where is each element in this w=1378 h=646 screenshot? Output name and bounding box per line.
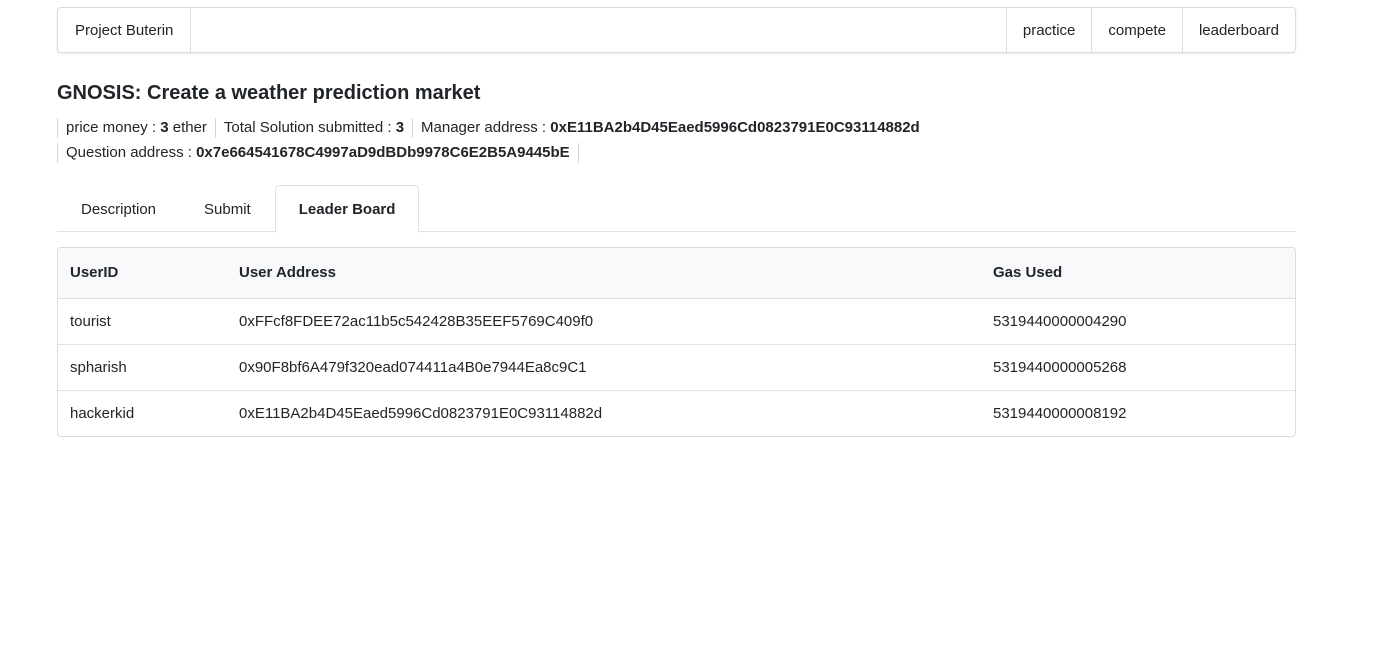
solutions-label: Total Solution submitted : xyxy=(223,119,396,136)
cell-user-address: 0x90F8bf6A479f320ead074411a4B0e7944Ea8c9… xyxy=(227,344,981,391)
cell-userid: spharish xyxy=(58,344,227,391)
cell-gas-used: 5319440000005268 xyxy=(981,344,1295,391)
manager-address: Manager address : 0xE11BA2b4D45Eaed5996C… xyxy=(412,118,928,138)
problem-meta-row-2: Question address : 0x7e664541678C4997aD9… xyxy=(57,143,579,163)
header-userid: UserID xyxy=(58,248,227,299)
solutions-value: 3 xyxy=(395,119,405,136)
price-unit: ether xyxy=(168,119,207,136)
price-money: price money : 3 ether xyxy=(57,118,215,138)
table-row: tourist 0xFFcf8FDEE72ac11b5c542428B35EEF… xyxy=(58,298,1295,345)
cell-userid: tourist xyxy=(58,298,227,345)
page-title: GNOSIS: Create a weather prediction mark… xyxy=(57,82,481,104)
tab-submit[interactable]: Submit xyxy=(180,185,275,232)
brand-link[interactable]: Project Buterin xyxy=(58,8,192,52)
cell-gas-used: 5319440000004290 xyxy=(981,298,1295,345)
nav-compete[interactable]: compete xyxy=(1091,8,1182,52)
tab-leader-board[interactable]: Leader Board xyxy=(274,185,420,233)
problem-meta-row-1: price money : 3 ether Total Solution sub… xyxy=(57,118,928,138)
price-value: 3 xyxy=(160,119,169,136)
tab-description[interactable]: Description xyxy=(57,185,180,232)
top-navbar: Project Buterin practice compete leaderb… xyxy=(57,7,1296,53)
cell-userid: hackerkid xyxy=(70,404,135,422)
table-row: spharish 0x90F8bf6A479f320ead074411a4B0e… xyxy=(58,344,1295,391)
cell-user-address: 0xFFcf8FDEE72ac11b5c542428B35EEF5769C409… xyxy=(227,298,981,345)
problem-tabs: Description Submit Leader Board xyxy=(57,185,1296,233)
cell-user-address: 0xE11BA2b4D45Eaed5996Cd0823791E0C9311488… xyxy=(239,404,603,422)
navbar-spacer xyxy=(191,8,1005,52)
header-gas-used: Gas Used xyxy=(981,248,1295,299)
manager-value: 0xE11BA2b4D45Eaed5996Cd0823791E0C9311488… xyxy=(550,119,920,136)
manager-label: Manager address : xyxy=(421,119,551,136)
table-header-row: UserID User Address Gas Used xyxy=(58,248,1295,299)
leaderboard-table: UserID User Address Gas Used tourist 0xF… xyxy=(58,248,1295,436)
price-label: price money : xyxy=(66,119,161,136)
table-row: hackerkid 0xE11BA2b4D45Eaed5996Cd0823791… xyxy=(58,390,1295,436)
cell-gas-used: 5319440000008192 xyxy=(993,404,1127,422)
header-user-address: User Address xyxy=(227,248,981,299)
leaderboard-table-container: UserID User Address Gas Used tourist 0xF… xyxy=(57,247,1296,437)
nav-practice[interactable]: practice xyxy=(1005,8,1092,52)
question-label: Question address : xyxy=(66,144,197,161)
question-value: 0x7e664541678C4997aD9dBDb9978C6E2B5A9445… xyxy=(196,144,570,161)
nav-leaderboard[interactable]: leaderboard xyxy=(1181,8,1295,52)
question-address: Question address : 0x7e664541678C4997aD9… xyxy=(57,143,579,163)
solutions-count: Total Solution submitted : 3 xyxy=(214,118,412,138)
